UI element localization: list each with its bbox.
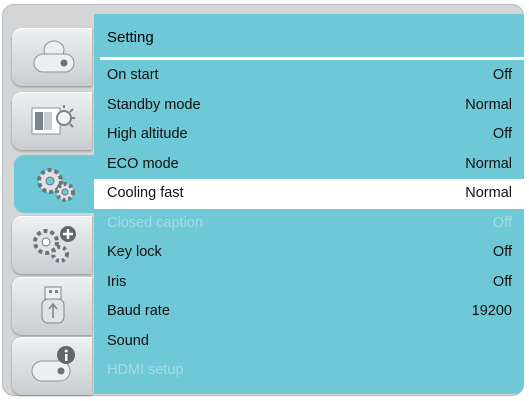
usb-icon [41, 286, 65, 324]
menu-row-label: ECO mode [107, 155, 179, 172]
menu-row-baud-rate[interactable]: Baud rate 19200 [94, 297, 524, 327]
menu-row-label: Baud rate [107, 303, 170, 319]
menu-row-label: Closed caption [107, 214, 203, 231]
menu-row-cooling-fast[interactable]: Cooling fast Normal [94, 179, 524, 209]
tab-information[interactable] [12, 337, 92, 395]
menu-row-key-lock[interactable]: Key lock Off [94, 238, 524, 268]
title-divider [100, 57, 524, 60]
image-brightness-icon [31, 105, 75, 135]
menu-row-eco-mode[interactable]: ECO mode Normal [94, 150, 524, 180]
menu-row-label: Standby mode [107, 96, 201, 113]
menu-row-label: High altitude [107, 126, 188, 142]
tab-advanced[interactable] [12, 216, 92, 274]
menu-row-value: Off [492, 214, 512, 231]
menu-row-value: 19200 [471, 303, 512, 319]
menu-row-high-altitude[interactable]: High altitude Off [94, 120, 524, 150]
menu-row-label: Key lock [107, 244, 162, 260]
tab-picture[interactable] [12, 92, 92, 150]
menu-row-value: Off [492, 67, 512, 83]
menu-row-closed-caption: Closed caption Off [94, 209, 524, 239]
tab-display[interactable] [12, 28, 92, 86]
menu-row-value: Off [492, 273, 512, 290]
settings-list: On start Off Standby mode Normal High altitu… [94, 61, 524, 386]
settings-panel: Setting On start Off Standby mode Normal Hig… [94, 14, 524, 394]
menu-row-value: Normal [465, 155, 512, 172]
panel-title: Setting [107, 29, 154, 46]
panel-header: Setting [94, 14, 524, 56]
menu-row-label: Iris [107, 273, 127, 290]
projector-icon [33, 40, 75, 73]
menu-row-label: Sound [107, 332, 149, 349]
tab-setting[interactable] [14, 155, 98, 213]
menu-row-on-start[interactable]: On start Off [94, 61, 524, 91]
menu-row-sound[interactable]: Sound [94, 327, 524, 357]
menu-row-hdmi-setup: HDMI setup [94, 356, 524, 386]
menu-row-label: On start [107, 67, 159, 83]
tab-usb[interactable] [12, 277, 92, 335]
menu-row-label: Cooling fast [107, 185, 184, 201]
projector-info-icon [31, 346, 75, 382]
category-sidebar [4, 10, 98, 395]
menu-row-value: Off [492, 244, 512, 260]
gears-plus-icon [33, 226, 76, 263]
menu-row-label: HDMI setup [107, 362, 184, 378]
gears-icon [37, 168, 75, 202]
menu-row-iris[interactable]: Iris Off [94, 268, 524, 298]
menu-row-value: Off [492, 126, 512, 142]
menu-row-standby-mode[interactable]: Standby mode Normal [94, 91, 524, 121]
menu-row-value: Normal [465, 185, 512, 201]
menu-row-value: Normal [465, 96, 512, 113]
